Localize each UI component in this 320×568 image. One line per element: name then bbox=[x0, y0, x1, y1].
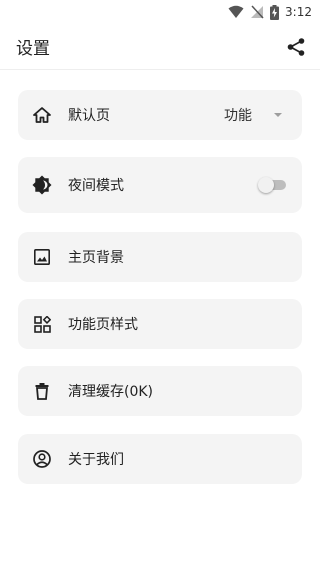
image-icon bbox=[32, 247, 52, 267]
home-background-label: 主页背景 bbox=[68, 250, 124, 266]
widgets-icon bbox=[32, 314, 52, 334]
trash-icon bbox=[32, 381, 52, 401]
settings-item-about[interactable]: 关于我们 bbox=[18, 434, 302, 484]
wifi-icon bbox=[228, 5, 244, 19]
dropdown-arrow-icon[interactable] bbox=[268, 112, 288, 118]
brightness-icon bbox=[32, 175, 52, 195]
no-signal-icon bbox=[250, 5, 264, 19]
home-icon bbox=[32, 105, 52, 125]
share-icon bbox=[287, 37, 305, 56]
status-time: 3:12 bbox=[285, 5, 312, 19]
night-mode-toggle[interactable] bbox=[258, 177, 288, 193]
clear-cache-label: 清理缓存(0K) bbox=[68, 384, 154, 400]
settings-item-clear-cache[interactable]: 清理缓存(0K) bbox=[18, 366, 302, 416]
battery-charging-icon bbox=[270, 4, 280, 20]
function-page-style-label: 功能页样式 bbox=[68, 317, 138, 333]
settings-item-night-mode[interactable]: 夜间模式 bbox=[18, 157, 302, 213]
default-page-label: 默认页 bbox=[68, 108, 110, 124]
night-mode-label: 夜间模式 bbox=[68, 178, 124, 194]
account-circle-icon bbox=[32, 449, 52, 469]
status-bar: 3:12 bbox=[0, 0, 320, 24]
share-button[interactable] bbox=[284, 35, 308, 59]
settings-item-home-background[interactable]: 主页背景 bbox=[18, 232, 302, 282]
default-page-value[interactable]: 功能 bbox=[224, 105, 252, 125]
app-bar: 设置 bbox=[0, 24, 320, 70]
page-title: 设置 bbox=[16, 39, 50, 59]
settings-item-function-page-style[interactable]: 功能页样式 bbox=[18, 299, 302, 349]
about-label: 关于我们 bbox=[68, 452, 124, 468]
toggle-thumb bbox=[258, 177, 274, 193]
settings-item-default-page[interactable]: 默认页 功能 bbox=[18, 90, 302, 140]
